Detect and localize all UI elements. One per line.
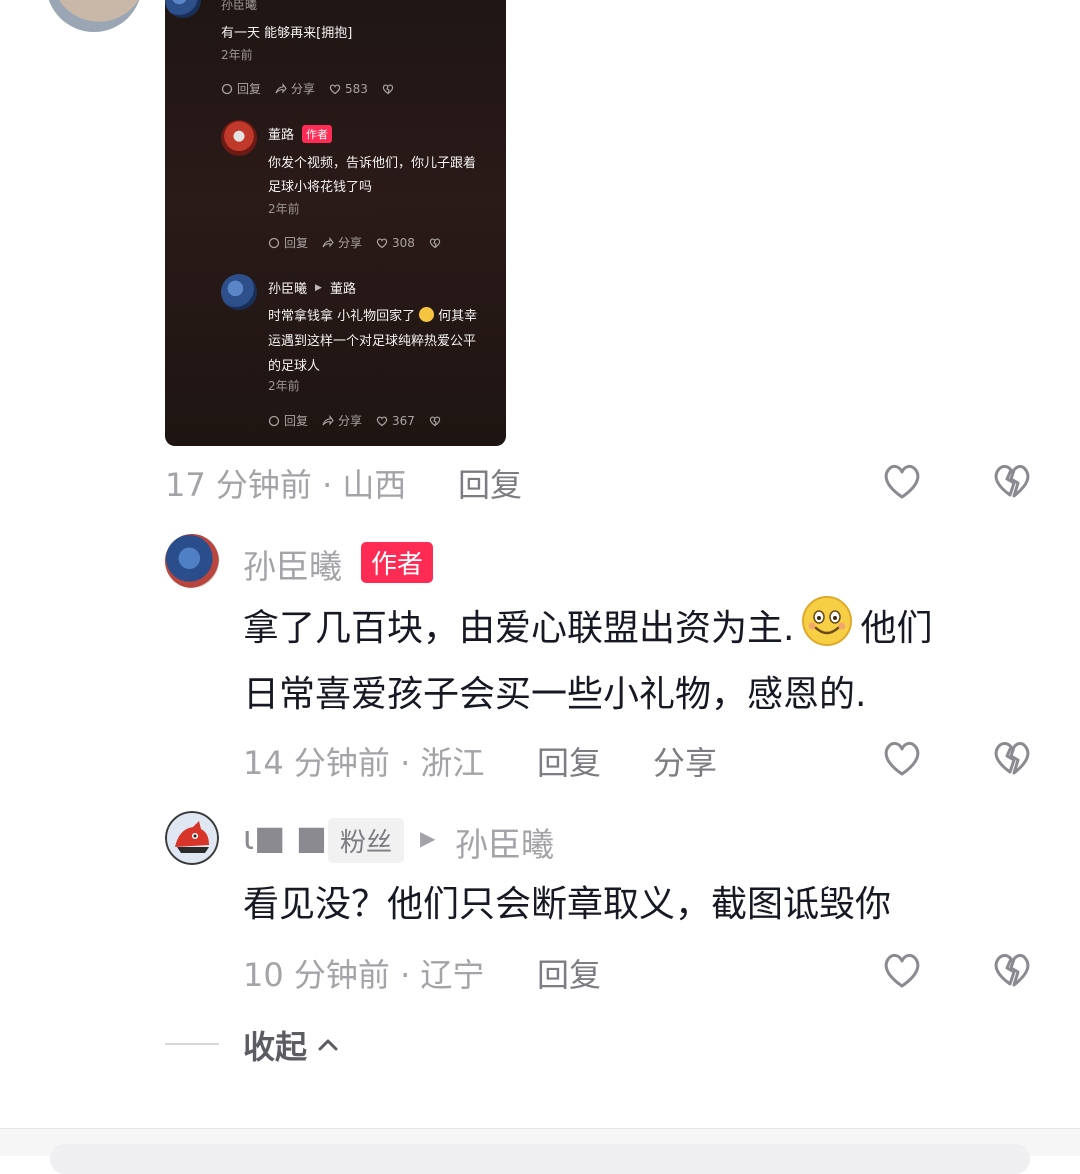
fan-tag-label: 粉丝	[340, 828, 393, 858]
author-tag: 作者	[361, 542, 434, 583]
screenshot-reply2-line1b: 何其幸	[438, 309, 478, 324]
comment2-text-part2: 他们	[860, 608, 933, 649]
comment3-reply-button[interactable]: 回复	[537, 950, 601, 996]
comment2-reply-button[interactable]: 回复	[537, 738, 601, 784]
heart-icon[interactable]	[880, 948, 924, 992]
screenshot-reply-label: 回复	[284, 236, 309, 250]
screenshot-reply1-line2: 足球小将花钱了吗	[268, 180, 373, 195]
broken-heart-icon[interactable]	[990, 948, 1034, 992]
smile-emoji-icon	[419, 307, 435, 322]
comment3-text: 看见没？他们只会断章取义，截图诋毁你	[243, 884, 892, 925]
screenshot-top-text: 有一天 能够再来[拥抱]	[221, 26, 353, 41]
screenshot-reply2-line1: 时常拿钱拿 小礼物回家了 何其幸	[268, 305, 477, 324]
screenshot-author-tag: 作者	[302, 124, 333, 143]
comment1-meta: 17 分钟前 · 山西	[165, 466, 407, 504]
screenshot-reply2-line2: 运遇到这样一个对足球纯粹热爱公平	[268, 334, 477, 349]
avatar-sunchenxi[interactable]	[165, 534, 219, 588]
screenshot-reply2-author: 孙臣曦	[268, 282, 308, 297]
comment2-text-part1: 拿了几百块，由爱心联盟出资为主.	[243, 608, 795, 649]
screenshot-like-count: 308	[392, 235, 415, 250]
broken-heart-icon	[429, 416, 441, 426]
broken-heart-icon	[429, 238, 441, 248]
heart-icon	[329, 83, 341, 94]
screenshot-reply2-line1a: 时常拿钱拿 小礼物回家了	[268, 309, 416, 324]
share-icon	[322, 414, 334, 425]
avatar-commenter[interactable]	[165, 811, 219, 865]
play-triangle-icon: ▶	[420, 826, 436, 850]
screenshot-reply2-time: 2年前	[268, 379, 300, 393]
screenshot-reply2-actions: 回复 分享 367	[268, 412, 441, 429]
screenshot-share-label: 分享	[338, 414, 363, 428]
broken-heart-icon[interactable]	[990, 459, 1034, 503]
comment-icon	[268, 415, 280, 426]
comment2-text-line2: 日常喜爱孩子会买一些小礼物，感恩的.	[243, 674, 867, 715]
grin-emoji-icon	[802, 596, 853, 646]
screenshot-reply2-line3: 的足球人	[268, 359, 321, 374]
play-triangle-icon: ▶	[315, 282, 322, 293]
comment1-reply-button[interactable]: 回复	[458, 460, 522, 506]
heart-icon	[376, 415, 388, 426]
screenshot-reply1-author: 董路	[268, 128, 295, 143]
screenshot-share-label: 分享	[291, 82, 316, 96]
comment-icon	[221, 83, 233, 94]
comment-icon	[268, 237, 280, 248]
comment3-author[interactable]: ι■ ■	[243, 818, 327, 857]
broken-heart-icon	[382, 84, 394, 94]
collapse-label: 收起	[243, 1028, 308, 1066]
comment2-meta: 14 分钟前 · 浙江	[243, 744, 485, 782]
chevron-up-icon	[318, 1039, 338, 1051]
collapse-button[interactable]: 收起	[243, 1022, 341, 1068]
share-icon	[275, 82, 287, 93]
screenshot-reply1-actions: 回复 分享 308	[268, 234, 441, 251]
screenshot-share-label: 分享	[338, 236, 363, 250]
fan-tag: 粉丝	[328, 818, 405, 863]
screenshot-avatar-sunchenxi	[221, 274, 257, 310]
screenshot-avatar-donglu	[221, 120, 257, 156]
screenshot-reply1-time: 2年前	[268, 202, 300, 216]
comment-input[interactable]	[50, 1144, 1030, 1174]
comment2-share-button[interactable]: 分享	[653, 738, 717, 784]
comment3-reply-to[interactable]: 孙臣曦	[455, 818, 554, 866]
screenshot-top-author: 孙臣曦	[221, 0, 258, 12]
comment3-meta: 10 分钟前 · 辽宁	[243, 956, 485, 994]
screenshot-reply2-header: 孙臣曦 ▶ 董路	[268, 278, 356, 297]
embedded-screenshot: 孙臣曦 有一天 能够再来[拥抱] 2年前 回复 分享 583 董路 作者 你发个…	[165, 0, 506, 446]
heart-icon[interactable]	[880, 736, 924, 780]
broken-heart-icon[interactable]	[990, 736, 1034, 780]
collapse-divider	[165, 1043, 219, 1045]
comment2-author[interactable]: 孙臣曦	[243, 540, 342, 588]
comment2-text: 拿了几百块，由爱心联盟出资为主. 他们 日常喜爱孩子会买一些小礼物，感恩的.	[243, 594, 1043, 728]
screenshot-reply-label: 回复	[284, 414, 309, 428]
screenshot-top-time: 2年前	[221, 48, 253, 62]
screenshot-avatar-top	[165, 0, 201, 18]
avatar-top[interactable]	[46, 0, 142, 32]
screenshot-reply1-line1: 你发个视频，告诉他们，你儿子跟着	[268, 156, 477, 171]
screenshot-like-count: 583	[345, 81, 368, 96]
screenshot-like-count: 367	[392, 413, 415, 428]
avatar-image	[165, 811, 219, 865]
share-icon	[322, 236, 334, 247]
screenshot-reply2-to: 董路	[329, 282, 356, 297]
screenshot-top-actions: 回复 分享 583	[221, 80, 394, 97]
screenshot-reply1-header: 董路 作者	[268, 124, 333, 143]
screenshot-reply-label: 回复	[237, 82, 262, 96]
heart-icon[interactable]	[880, 459, 924, 503]
heart-icon	[376, 237, 388, 248]
